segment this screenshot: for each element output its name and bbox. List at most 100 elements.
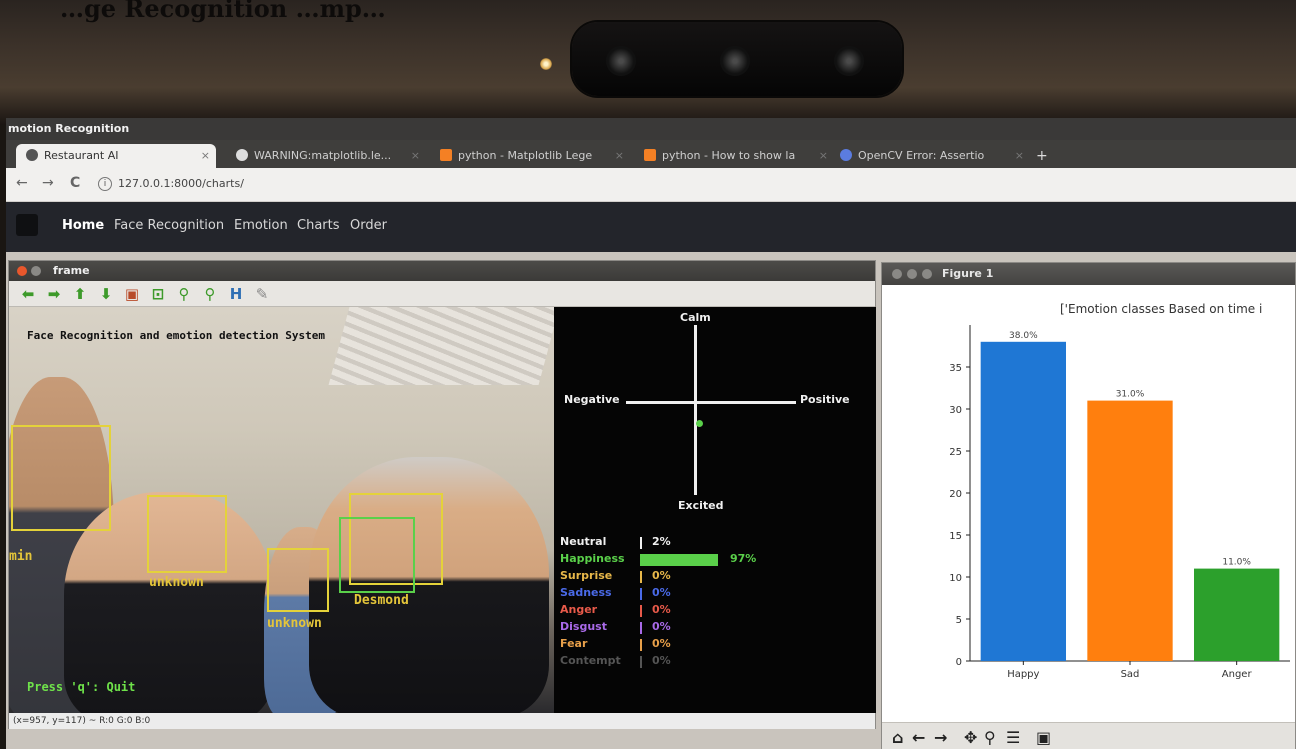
bar-sad bbox=[1087, 400, 1173, 661]
nav-home[interactable]: Home bbox=[62, 218, 104, 233]
app-title: motion Recognition bbox=[6, 118, 1296, 140]
face-label: Desmond bbox=[354, 593, 409, 608]
site-navbar: Home Face Recognition Emotion Charts Ord… bbox=[6, 202, 1296, 252]
zoom-in-icon[interactable]: ⚲ bbox=[175, 285, 193, 303]
emotion-panel: Calm Negative Positive Excited Neutral 2%… bbox=[554, 307, 876, 713]
close-icon[interactable]: × bbox=[201, 144, 210, 168]
emotion-row: Contempt 0% bbox=[560, 654, 810, 670]
pan-up-icon[interactable]: ⬆ bbox=[71, 285, 89, 303]
image-icon[interactable]: ▣ bbox=[123, 285, 141, 303]
tab-warning-matplotlib[interactable]: WARNING:matplotlib.le... × bbox=[226, 144, 426, 168]
webcam-device bbox=[572, 22, 902, 96]
close-icon[interactable]: × bbox=[819, 144, 828, 168]
emotion-row: Disgust 0% bbox=[560, 620, 810, 636]
tab-how-to-show[interactable]: python - How to show la × bbox=[634, 144, 834, 168]
save-icon[interactable]: H bbox=[227, 285, 245, 303]
x-tick-label: Sad bbox=[1121, 669, 1140, 680]
desktop: frame ⬅ ➡ ⬆ ⬇ ▣ ⊡ ⚲ ⚲ H ✎ Face Recogniti… bbox=[6, 252, 1296, 749]
emotion-bar bbox=[640, 537, 642, 549]
emotion-bar bbox=[640, 554, 718, 566]
figure-toolbar: ⌂ ← → ✥ ⚲ ☰ ▣ bbox=[882, 722, 1295, 749]
brand-logo-icon[interactable] bbox=[16, 214, 38, 236]
zoom-icon[interactable]: ⚲ bbox=[984, 728, 996, 747]
ceiling-vent bbox=[328, 307, 554, 385]
tab-matplotlib-legend[interactable]: python - Matplotlib Lege × bbox=[430, 144, 630, 168]
back-icon[interactable]: ← bbox=[912, 728, 925, 747]
status-bar: (x=957, y=117) ~ R:0 G:0 B:0 bbox=[9, 713, 875, 729]
chart-title: ['Emotion classes Based on time i bbox=[1060, 302, 1262, 316]
face-box bbox=[11, 425, 111, 531]
close-icon[interactable]: × bbox=[411, 144, 420, 168]
x-tick-label: Anger bbox=[1222, 669, 1253, 680]
camera-lens-icon bbox=[720, 46, 750, 76]
emotion-percent: 0% bbox=[652, 603, 671, 616]
emotion-percent: 0% bbox=[652, 569, 671, 582]
back-button[interactable]: ← bbox=[16, 175, 28, 191]
face-box bbox=[267, 548, 329, 612]
axis-label-excited: Excited bbox=[678, 499, 724, 512]
forward-button[interactable]: → bbox=[42, 175, 54, 191]
reload-button[interactable]: C bbox=[70, 175, 80, 191]
pan-right-icon[interactable]: ➡ bbox=[45, 285, 63, 303]
configure-subplots-icon[interactable]: ☰ bbox=[1006, 728, 1020, 747]
tab-label: WARNING:matplotlib.le... bbox=[254, 149, 392, 162]
maximize-window-icon[interactable] bbox=[922, 269, 932, 279]
close-icon[interactable]: × bbox=[1015, 144, 1024, 168]
emotion-bar bbox=[640, 588, 642, 600]
nav-charts[interactable]: Charts bbox=[297, 218, 340, 233]
face-box bbox=[147, 495, 227, 573]
minimize-window-icon[interactable] bbox=[907, 269, 917, 279]
emotion-row: Surprise 0% bbox=[560, 569, 810, 585]
tab-opencv-error[interactable]: OpenCV Error: Assertio × bbox=[830, 144, 1030, 168]
save-icon[interactable]: ▣ bbox=[1036, 728, 1051, 747]
pan-icon[interactable]: ✥ bbox=[964, 728, 977, 747]
y-tick-label: 35 bbox=[949, 363, 962, 374]
nav-order[interactable]: Order bbox=[350, 218, 387, 233]
browser-tabstrip: Restaurant AI × WARNING:matplotlib.le...… bbox=[6, 140, 1296, 168]
bar-chart: ['Emotion classes Based on time i 0 5 10 15 2… bbox=[949, 302, 1290, 680]
emotion-percent: 0% bbox=[652, 620, 671, 633]
arousal-axis bbox=[694, 325, 697, 495]
emotion-row: Happiness 97% bbox=[560, 552, 810, 568]
emotion-percent: 0% bbox=[652, 654, 671, 667]
face-box bbox=[339, 517, 415, 593]
face-label: min bbox=[9, 549, 33, 564]
pan-down-icon[interactable]: ⬇ bbox=[97, 285, 115, 303]
emotion-bar bbox=[640, 656, 642, 668]
close-window-icon[interactable] bbox=[17, 266, 27, 276]
emotion-percent: 2% bbox=[652, 535, 671, 548]
fit-icon[interactable]: ⊡ bbox=[149, 285, 167, 303]
monitor-bezel: …ge Recognition …mp… bbox=[0, 0, 1296, 125]
new-tab-button[interactable]: + bbox=[1036, 144, 1048, 168]
frame-window: frame ⬅ ➡ ⬆ ⬇ ▣ ⊡ ⚲ ⚲ H ✎ Face Recogniti… bbox=[8, 260, 876, 729]
y-tick-label: 20 bbox=[949, 489, 962, 500]
emotion-name: Surprise bbox=[560, 569, 613, 582]
y-tick-label: 25 bbox=[949, 447, 962, 458]
figure-window-title: Figure 1 bbox=[882, 263, 1295, 285]
zoom-out-icon[interactable]: ⚲ bbox=[201, 285, 219, 303]
close-icon[interactable]: × bbox=[615, 144, 624, 168]
forward-icon[interactable]: → bbox=[934, 728, 947, 747]
emotion-bar bbox=[640, 639, 642, 651]
emotion-name: Anger bbox=[560, 603, 598, 616]
nav-emotion[interactable]: Emotion bbox=[234, 218, 288, 233]
axis-label-calm: Calm bbox=[680, 311, 711, 324]
url-field[interactable]: 127.0.0.1:8000/charts/ bbox=[118, 177, 244, 190]
home-icon[interactable]: ⌂ bbox=[892, 728, 903, 747]
emotion-row: Anger 0% bbox=[560, 603, 810, 619]
tab-restaurant-ai[interactable]: Restaurant AI × bbox=[16, 144, 216, 168]
pan-left-icon[interactable]: ⬅ bbox=[19, 285, 37, 303]
bar-value-label: 38.0% bbox=[1009, 331, 1038, 341]
tab-label: python - Matplotlib Lege bbox=[458, 149, 593, 162]
minimize-window-icon[interactable] bbox=[31, 266, 41, 276]
nav-face-recognition[interactable]: Face Recognition bbox=[114, 218, 224, 233]
properties-icon[interactable]: ✎ bbox=[253, 285, 271, 303]
emotion-name: Contempt bbox=[560, 654, 621, 667]
y-tick-label: 0 bbox=[956, 657, 962, 668]
screen: motion Recognition Restaurant AI × WARNI… bbox=[6, 118, 1296, 749]
bar-value-label: 11.0% bbox=[1222, 558, 1251, 568]
info-icon[interactable]: i bbox=[98, 177, 112, 191]
x-tick-label: Happy bbox=[1007, 669, 1039, 680]
emotion-percent: 0% bbox=[652, 637, 671, 650]
close-window-icon[interactable] bbox=[892, 269, 902, 279]
